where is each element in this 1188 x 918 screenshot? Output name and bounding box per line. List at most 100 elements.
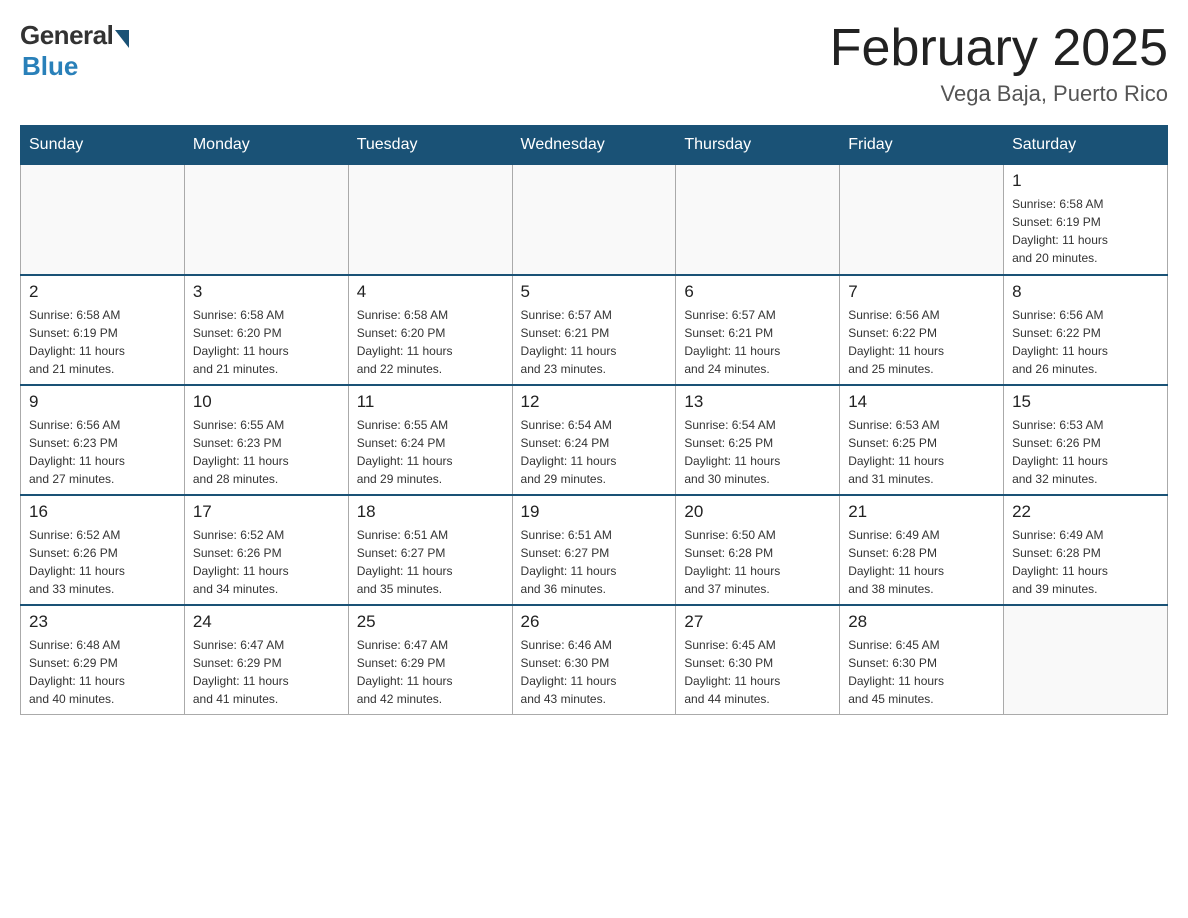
day-info: Sunrise: 6:58 AMSunset: 6:19 PMDaylight:… bbox=[1012, 195, 1159, 267]
day-info: Sunrise: 6:49 AMSunset: 6:28 PMDaylight:… bbox=[1012, 526, 1159, 598]
day-info: Sunrise: 6:57 AMSunset: 6:21 PMDaylight:… bbox=[684, 306, 831, 378]
day-info: Sunrise: 6:53 AMSunset: 6:25 PMDaylight:… bbox=[848, 416, 995, 488]
day-number: 15 bbox=[1012, 392, 1159, 412]
day-number: 20 bbox=[684, 502, 831, 522]
calendar-cell: 27 Sunrise: 6:45 AMSunset: 6:30 PMDayligh… bbox=[676, 605, 840, 715]
day-info: Sunrise: 6:50 AMSunset: 6:28 PMDaylight:… bbox=[684, 526, 831, 598]
day-info: Sunrise: 6:56 AMSunset: 6:22 PMDaylight:… bbox=[848, 306, 995, 378]
calendar-week-row: 23 Sunrise: 6:48 AMSunset: 6:29 PMDayligh… bbox=[21, 605, 1168, 715]
day-info: Sunrise: 6:47 AMSunset: 6:29 PMDaylight:… bbox=[357, 636, 504, 708]
day-info: Sunrise: 6:56 AMSunset: 6:22 PMDaylight:… bbox=[1012, 306, 1159, 378]
calendar-cell: 9Sunrise: 6:56 AMSunset: 6:23 PMDaylight… bbox=[21, 385, 185, 495]
day-number: 7 bbox=[848, 282, 995, 302]
calendar-cell: 10 Sunrise: 6:55 AMSunset: 6:23 PMDayligh… bbox=[184, 385, 348, 495]
month-title: February 2025 bbox=[830, 20, 1168, 77]
calendar-cell: 7 Sunrise: 6:56 AMSunset: 6:22 PMDaylight… bbox=[840, 275, 1004, 385]
calendar-cell: 14 Sunrise: 6:53 AMSunset: 6:25 PMDayligh… bbox=[840, 385, 1004, 495]
day-number: 25 bbox=[357, 612, 504, 632]
day-info: Sunrise: 6:58 AMSunset: 6:20 PMDaylight:… bbox=[193, 306, 340, 378]
day-info: Sunrise: 6:45 AMSunset: 6:30 PMDaylight:… bbox=[684, 636, 831, 708]
day-number: 13 bbox=[684, 392, 831, 412]
calendar-cell: 6 Sunrise: 6:57 AMSunset: 6:21 PMDaylight… bbox=[676, 275, 840, 385]
calendar-cell: 13 Sunrise: 6:54 AMSunset: 6:25 PMDayligh… bbox=[676, 385, 840, 495]
day-of-week-header: Friday bbox=[840, 126, 1004, 165]
page-header: General Blue February 2025 Vega Baja, Pu… bbox=[20, 20, 1168, 107]
day-number: 22 bbox=[1012, 502, 1159, 522]
day-number: 2 bbox=[29, 282, 176, 302]
day-info: Sunrise: 6:52 AMSunset: 6:26 PMDaylight:… bbox=[193, 526, 340, 598]
day-number: 27 bbox=[684, 612, 831, 632]
calendar-cell: 22 Sunrise: 6:49 AMSunset: 6:28 PMDayligh… bbox=[1004, 495, 1168, 605]
day-number: 8 bbox=[1012, 282, 1159, 302]
calendar-cell: 16Sunrise: 6:52 AMSunset: 6:26 PMDayligh… bbox=[21, 495, 185, 605]
day-of-week-header: Thursday bbox=[676, 126, 840, 165]
calendar-cell: 23 Sunrise: 6:48 AMSunset: 6:29 PMDayligh… bbox=[21, 605, 185, 715]
day-number: 5 bbox=[521, 282, 668, 302]
day-number: 14 bbox=[848, 392, 995, 412]
day-number: 28 bbox=[848, 612, 995, 632]
calendar-cell: 1Sunrise: 6:58 AMSunset: 6:19 PMDaylight… bbox=[1004, 165, 1168, 275]
day-number: 19 bbox=[521, 502, 668, 522]
calendar-header-row: SundayMondayTuesdayWednesdayThursdayFrid… bbox=[21, 126, 1168, 165]
day-number: 16 bbox=[29, 502, 176, 522]
day-number: 17 bbox=[193, 502, 340, 522]
calendar-cell bbox=[184, 165, 348, 275]
calendar-cell bbox=[1004, 605, 1168, 715]
calendar-week-row: 1Sunrise: 6:58 AMSunset: 6:19 PMDaylight… bbox=[21, 165, 1168, 275]
logo-blue-text: Blue bbox=[22, 51, 78, 82]
day-of-week-header: Monday bbox=[184, 126, 348, 165]
calendar-cell bbox=[348, 165, 512, 275]
location-title: Vega Baja, Puerto Rico bbox=[830, 81, 1168, 107]
day-info: Sunrise: 6:46 AMSunset: 6:30 PMDaylight:… bbox=[521, 636, 668, 708]
day-info: Sunrise: 6:54 AMSunset: 6:24 PMDaylight:… bbox=[521, 416, 668, 488]
calendar-cell: 28 Sunrise: 6:45 AMSunset: 6:30 PMDayligh… bbox=[840, 605, 1004, 715]
title-block: February 2025 Vega Baja, Puerto Rico bbox=[830, 20, 1168, 107]
day-info: Sunrise: 6:49 AMSunset: 6:28 PMDaylight:… bbox=[848, 526, 995, 598]
calendar-cell: 8 Sunrise: 6:56 AMSunset: 6:22 PMDaylight… bbox=[1004, 275, 1168, 385]
calendar-cell bbox=[21, 165, 185, 275]
day-info: Sunrise: 6:45 AMSunset: 6:30 PMDaylight:… bbox=[848, 636, 995, 708]
calendar-cell: 12Sunrise: 6:54 AMSunset: 6:24 PMDayligh… bbox=[512, 385, 676, 495]
calendar-cell: 18Sunrise: 6:51 AMSunset: 6:27 PMDayligh… bbox=[348, 495, 512, 605]
calendar-cell: 26 Sunrise: 6:46 AMSunset: 6:30 PMDayligh… bbox=[512, 605, 676, 715]
day-of-week-header: Tuesday bbox=[348, 126, 512, 165]
day-info: Sunrise: 6:55 AMSunset: 6:23 PMDaylight:… bbox=[193, 416, 340, 488]
calendar-week-row: 2Sunrise: 6:58 AMSunset: 6:19 PMDaylight… bbox=[21, 275, 1168, 385]
day-info: Sunrise: 6:53 AMSunset: 6:26 PMDaylight:… bbox=[1012, 416, 1159, 488]
calendar-cell: 3 Sunrise: 6:58 AMSunset: 6:20 PMDaylight… bbox=[184, 275, 348, 385]
day-info: Sunrise: 6:48 AMSunset: 6:29 PMDaylight:… bbox=[29, 636, 176, 708]
day-info: Sunrise: 6:55 AMSunset: 6:24 PMDaylight:… bbox=[357, 416, 504, 488]
calendar-cell: 17 Sunrise: 6:52 AMSunset: 6:26 PMDayligh… bbox=[184, 495, 348, 605]
day-number: 4 bbox=[357, 282, 504, 302]
logo: General Blue bbox=[20, 20, 129, 82]
calendar-cell: 24 Sunrise: 6:47 AMSunset: 6:29 PMDayligh… bbox=[184, 605, 348, 715]
day-of-week-header: Sunday bbox=[21, 126, 185, 165]
calendar-cell: 25 Sunrise: 6:47 AMSunset: 6:29 PMDayligh… bbox=[348, 605, 512, 715]
day-number: 24 bbox=[193, 612, 340, 632]
day-info: Sunrise: 6:51 AMSunset: 6:27 PMDaylight:… bbox=[521, 526, 668, 598]
day-number: 23 bbox=[29, 612, 176, 632]
day-number: 6 bbox=[684, 282, 831, 302]
day-info: Sunrise: 6:47 AMSunset: 6:29 PMDaylight:… bbox=[193, 636, 340, 708]
calendar-cell: 4 Sunrise: 6:58 AMSunset: 6:20 PMDaylight… bbox=[348, 275, 512, 385]
day-info: Sunrise: 6:56 AMSunset: 6:23 PMDaylight:… bbox=[29, 416, 176, 488]
logo-general-text: General bbox=[20, 20, 113, 51]
calendar-cell: 2Sunrise: 6:58 AMSunset: 6:19 PMDaylight… bbox=[21, 275, 185, 385]
calendar-cell: 15 Sunrise: 6:53 AMSunset: 6:26 PMDayligh… bbox=[1004, 385, 1168, 495]
logo-arrow-icon bbox=[115, 30, 129, 48]
day-info: Sunrise: 6:54 AMSunset: 6:25 PMDaylight:… bbox=[684, 416, 831, 488]
day-info: Sunrise: 6:51 AMSunset: 6:27 PMDaylight:… bbox=[357, 526, 504, 598]
day-number: 21 bbox=[848, 502, 995, 522]
calendar-cell: 20 Sunrise: 6:50 AMSunset: 6:28 PMDayligh… bbox=[676, 495, 840, 605]
day-number: 3 bbox=[193, 282, 340, 302]
day-info: Sunrise: 6:57 AMSunset: 6:21 PMDaylight:… bbox=[521, 306, 668, 378]
calendar-cell: 19 Sunrise: 6:51 AMSunset: 6:27 PMDayligh… bbox=[512, 495, 676, 605]
calendar-cell bbox=[512, 165, 676, 275]
day-number: 26 bbox=[521, 612, 668, 632]
day-of-week-header: Wednesday bbox=[512, 126, 676, 165]
calendar-cell: 5 Sunrise: 6:57 AMSunset: 6:21 PMDaylight… bbox=[512, 275, 676, 385]
calendar-table: SundayMondayTuesdayWednesdayThursdayFrid… bbox=[20, 125, 1168, 715]
day-number: 10 bbox=[193, 392, 340, 412]
calendar-cell: 11Sunrise: 6:55 AMSunset: 6:24 PMDayligh… bbox=[348, 385, 512, 495]
day-info: Sunrise: 6:58 AMSunset: 6:20 PMDaylight:… bbox=[357, 306, 504, 378]
